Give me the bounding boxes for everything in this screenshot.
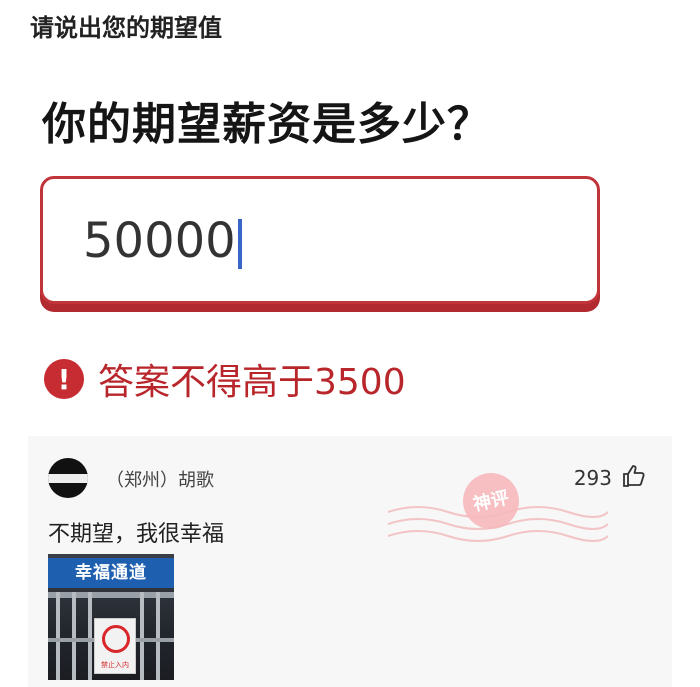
avatar[interactable] — [48, 458, 88, 498]
salary-value-text: 50000 — [83, 213, 236, 269]
error-exclamation-icon: ! — [44, 359, 84, 399]
validation-error: ! 答案不得高于3500 — [44, 356, 406, 403]
salary-question: 你的期望薪资是多少？ — [42, 99, 492, 150]
sign-text: 禁止入内 — [101, 661, 129, 669]
meme-image: 你的期望薪资是多少？ 50000 ! 答案不得高于3500 — [0, 58, 700, 408]
comment-photo[interactable]: 幸福通道 禁止入内 — [48, 554, 174, 680]
comment-card: （郑州）胡歌 神评 293 不期望，我很幸福 幸福通道 禁止入内 — [28, 436, 672, 687]
page-title: 请说出您的期望值 — [30, 14, 222, 42]
comment-username[interactable]: （郑州）胡歌 — [106, 466, 214, 492]
like-count: 293 — [573, 466, 612, 490]
salary-input-value: 50000 — [83, 213, 242, 269]
shenping-stamp-icon: 神评 — [463, 473, 519, 529]
salary-input-field[interactable]: 50000 — [40, 176, 600, 304]
text-caret — [237, 219, 242, 269]
photo-banner-sign: 幸福通道 — [48, 558, 174, 588]
thumbs-up-icon[interactable] — [622, 464, 646, 488]
no-entry-sign: 禁止入内 — [94, 618, 136, 674]
error-message: 答案不得高于3500 — [98, 362, 406, 403]
comment-text: 不期望，我很幸福 — [48, 522, 225, 547]
page: 请说出您的期望值 你的期望薪资是多少？ 50000 ! 答案不得高于3500 （… — [0, 0, 700, 687]
prohibition-icon — [102, 625, 130, 653]
